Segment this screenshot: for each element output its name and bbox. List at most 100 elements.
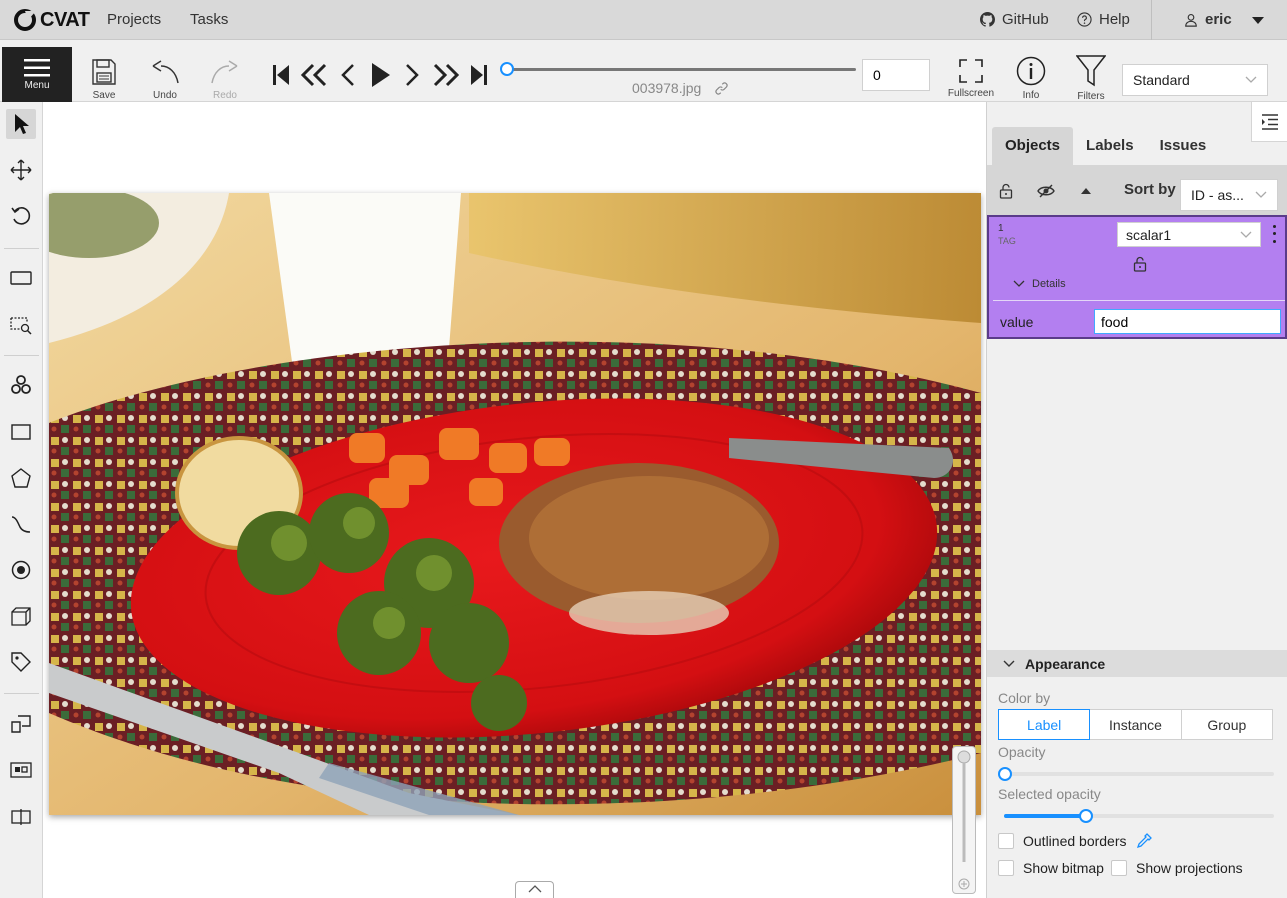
- object-type: TAG: [998, 236, 1016, 246]
- help-link[interactable]: Help: [1077, 11, 1130, 28]
- link-icon[interactable]: [715, 81, 728, 95]
- user-menu[interactable]: eric: [1184, 11, 1265, 28]
- chevron-up-icon: [528, 885, 541, 893]
- color-picker-icon[interactable]: [1136, 833, 1152, 849]
- workspace-select[interactable]: Standard: [1122, 64, 1268, 96]
- last-frame-icon: [471, 65, 487, 85]
- last-frame-button[interactable]: [464, 60, 494, 90]
- split-icon: [11, 809, 31, 825]
- hide-all-button[interactable]: [1036, 181, 1056, 201]
- hamburger-icon: [24, 59, 50, 77]
- color-by-radio-group: Label Instance Group: [998, 709, 1273, 740]
- zoom-slider[interactable]: [952, 746, 976, 894]
- attribute-value-input[interactable]: [1094, 309, 1281, 334]
- show-bitmap-option: Show bitmap: [998, 860, 1104, 876]
- frame-slider-track[interactable]: [506, 68, 856, 71]
- previous-frame-button[interactable]: [333, 60, 363, 90]
- user-icon: [1185, 13, 1197, 27]
- redo-button[interactable]: Redo: [199, 58, 251, 101]
- tab-objects[interactable]: Objects: [992, 127, 1074, 165]
- fullscreen-button[interactable]: Fullscreen: [945, 58, 997, 99]
- selected-opacity-slider[interactable]: [1004, 809, 1274, 823]
- save-button[interactable]: Save: [78, 58, 130, 101]
- filters-button[interactable]: Filters: [1065, 55, 1117, 102]
- sort-by-select[interactable]: ID - as...: [1180, 179, 1278, 211]
- next-frame-button[interactable]: [397, 60, 427, 90]
- object-item-tag[interactable]: 1 TAG scalar1 Details value food: [987, 215, 1287, 339]
- tag-icon: [11, 652, 31, 672]
- tab-issues[interactable]: Issues: [1147, 127, 1220, 165]
- show-projections-label: Show projections: [1136, 860, 1243, 876]
- draw-polyline-tool[interactable]: [6, 509, 36, 539]
- bottom-panel-toggle[interactable]: [515, 881, 554, 898]
- sidebar-collapse-button[interactable]: [1251, 102, 1287, 142]
- object-details-toggle[interactable]: Details: [996, 277, 1285, 290]
- appearance-panel: Appearance Color by Label Instance Group…: [987, 650, 1287, 898]
- frame-slider-handle[interactable]: [500, 62, 514, 76]
- outlined-borders-checkbox[interactable]: [998, 833, 1014, 849]
- fit-image-tool[interactable]: [6, 263, 36, 293]
- menu-button[interactable]: Menu: [2, 47, 72, 102]
- zoom-slider-graphic: [957, 750, 971, 890]
- object-lock-button[interactable]: [1133, 256, 1147, 272]
- outlined-borders-option: Outlined borders: [998, 833, 1152, 849]
- rotate-tool[interactable]: [6, 201, 36, 231]
- info-icon: [1016, 56, 1046, 86]
- nav-tasks[interactable]: Tasks: [190, 11, 228, 28]
- move-tool[interactable]: [6, 155, 36, 185]
- zoom-region-icon: [10, 317, 32, 335]
- github-label: GitHub: [1002, 11, 1049, 28]
- color-by-group-option[interactable]: Group: [1180, 709, 1273, 740]
- merge-tool[interactable]: [6, 709, 36, 739]
- first-frame-button[interactable]: [266, 60, 296, 90]
- outlined-borders-label: Outlined borders: [1023, 833, 1127, 849]
- cuboid-icon: [11, 607, 31, 626]
- filters-label: Filters: [1077, 91, 1105, 102]
- info-button[interactable]: Info: [1005, 56, 1057, 101]
- group-tool[interactable]: [6, 755, 36, 785]
- undo-label: Undo: [153, 90, 177, 101]
- undo-button[interactable]: Undo: [139, 58, 191, 101]
- details-divider: [993, 300, 1285, 301]
- zoom-region-tool[interactable]: [6, 309, 36, 339]
- backward-step-button[interactable]: [299, 60, 329, 90]
- selected-opacity-slider-handle[interactable]: [1079, 809, 1093, 823]
- lock-all-button[interactable]: [996, 181, 1016, 201]
- opacity-slider-handle[interactable]: [998, 767, 1012, 781]
- draw-cuboid-tool[interactable]: [6, 601, 36, 631]
- filename-text: 003978.jpg: [632, 80, 702, 96]
- color-by-label-option[interactable]: Label: [998, 709, 1091, 740]
- appearance-title: Appearance: [1025, 655, 1106, 672]
- collapse-all-button[interactable]: [1076, 181, 1096, 201]
- workspace-value: Standard: [1133, 72, 1190, 88]
- show-bitmap-checkbox[interactable]: [998, 860, 1014, 876]
- play-button[interactable]: [365, 60, 395, 90]
- polygon-icon: [11, 468, 31, 488]
- setup-tag-tool[interactable]: [6, 647, 36, 677]
- opacity-slider[interactable]: [998, 767, 1274, 781]
- menu-fold-icon: [1261, 113, 1278, 130]
- draw-points-tool[interactable]: [6, 555, 36, 585]
- color-by-instance-option[interactable]: Instance: [1089, 709, 1182, 740]
- object-label-select[interactable]: scalar1: [1117, 222, 1261, 247]
- cvat-logo[interactable]: CVAT: [14, 8, 90, 32]
- nav-projects[interactable]: Projects: [107, 11, 161, 28]
- rotate-icon: [11, 207, 31, 225]
- forward-step-button[interactable]: [431, 60, 461, 90]
- frame-image[interactable]: [49, 193, 981, 815]
- object-more-menu[interactable]: [1268, 223, 1280, 245]
- github-link[interactable]: GitHub: [980, 11, 1049, 28]
- tab-labels[interactable]: Labels: [1073, 127, 1147, 165]
- show-projections-checkbox[interactable]: [1111, 860, 1127, 876]
- redo-icon: [211, 60, 238, 84]
- draw-polygon-tool[interactable]: [6, 463, 36, 493]
- annotation-canvas[interactable]: [43, 102, 986, 898]
- appearance-header[interactable]: Appearance: [987, 650, 1287, 677]
- chevron-down-icon: [1245, 76, 1257, 83]
- cursor-tool[interactable]: [6, 109, 36, 139]
- split-tool[interactable]: [6, 802, 36, 832]
- ai-tools[interactable]: [6, 370, 36, 400]
- draw-rectangle-tool[interactable]: [6, 417, 36, 447]
- frame-number-input[interactable]: [862, 59, 930, 91]
- move-icon: [10, 159, 32, 181]
